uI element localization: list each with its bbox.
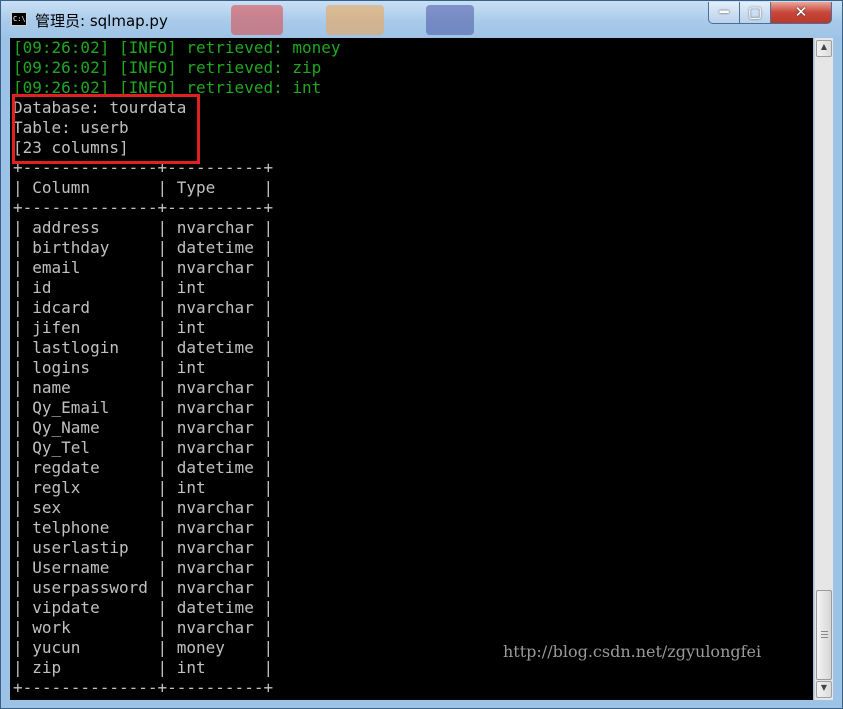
grip-line <box>821 637 828 638</box>
table-border-header: +--------------+----------+ <box>13 198 274 217</box>
table-row: | Qy_Name | nvarchar | <box>13 418 274 437</box>
table-row: | Qy_Email | nvarchar | <box>13 398 274 417</box>
table-row: | name | nvarchar | <box>13 378 274 397</box>
table-row: | sex | nvarchar | <box>13 498 274 517</box>
table-row: | id | int | <box>13 278 274 297</box>
table-row: | email | nvarchar | <box>13 258 274 277</box>
table-row: | regdate | datetime | <box>13 458 274 477</box>
table-row: | idcard | nvarchar | <box>13 298 274 317</box>
maximize-icon: ▢ <box>747 3 763 21</box>
scroll-up-button[interactable]: ▲ <box>816 40 832 57</box>
table-row: | logins | int | <box>13 358 274 377</box>
log-line: [09:26:02] [INFO] retrieved: zip <box>13 58 322 77</box>
scroll-down-button[interactable]: ▼ <box>816 681 832 698</box>
table-row: | birthday | datetime | <box>13 238 274 257</box>
close-icon: ✕ <box>794 3 808 21</box>
log-line: [09:26:02] [INFO] retrieved: money <box>13 38 341 57</box>
table-row: | userpassword | nvarchar | <box>13 578 274 597</box>
table-row: | zip | int | <box>13 658 274 677</box>
table-row: | Username | nvarchar | <box>13 558 274 577</box>
table-row: | work | nvarchar | <box>13 618 274 637</box>
vertical-scrollbar[interactable]: ▲ ▼ <box>814 38 833 700</box>
chevron-up-icon: ▲ <box>820 42 828 51</box>
table-row: | address | nvarchar | <box>13 218 274 237</box>
maximize-button[interactable]: ▢ <box>739 2 771 24</box>
table-row: | jifen | int | <box>13 318 274 337</box>
watermark: http://blog.csdn.net/zgyulongfei <box>503 642 762 661</box>
background-blur <box>231 5 283 35</box>
table-row: | vipdate | datetime | <box>13 598 274 617</box>
table-row: | userlastip | nvarchar | <box>13 538 274 557</box>
close-button[interactable]: ✕ <box>770 2 832 24</box>
table-row: | lastlogin | datetime | <box>13 338 274 357</box>
background-blur <box>326 5 384 35</box>
minimize-icon: ━ <box>719 3 729 21</box>
scroll-thumb[interactable] <box>816 590 832 680</box>
chevron-down-icon: ▼ <box>820 683 828 692</box>
window-title: 管理员: sqlmap.py <box>35 12 168 30</box>
icon-label: C:\ <box>13 15 26 23</box>
console-window: C:\ 管理员: sqlmap.py ━ ▢ ✕ [09:26:02] [INF… <box>0 0 843 709</box>
background-blur <box>426 5 474 35</box>
resize-grip[interactable] <box>814 700 833 708</box>
table-row: | yucun | money | <box>13 638 274 657</box>
console-window-icon[interactable]: C:\ <box>11 12 27 26</box>
grip-line <box>821 631 828 632</box>
table-row: | reglx | int | <box>13 478 274 497</box>
title-bar[interactable]: C:\ 管理员: sqlmap.py ━ ▢ ✕ <box>1 1 842 37</box>
table-row: | telphone | nvarchar | <box>13 518 274 537</box>
highlight-box <box>12 94 200 164</box>
grip-line <box>821 634 828 635</box>
table-row: | Qy_Tel | nvarchar | <box>13 438 274 457</box>
console-output[interactable]: [09:26:02] [INFO] retrieved: money [09:2… <box>10 38 813 700</box>
table-header: | Column | Type | <box>13 178 274 197</box>
minimize-button[interactable]: ━ <box>708 2 740 24</box>
table-border-bottom: +--------------+----------+ <box>13 678 274 697</box>
